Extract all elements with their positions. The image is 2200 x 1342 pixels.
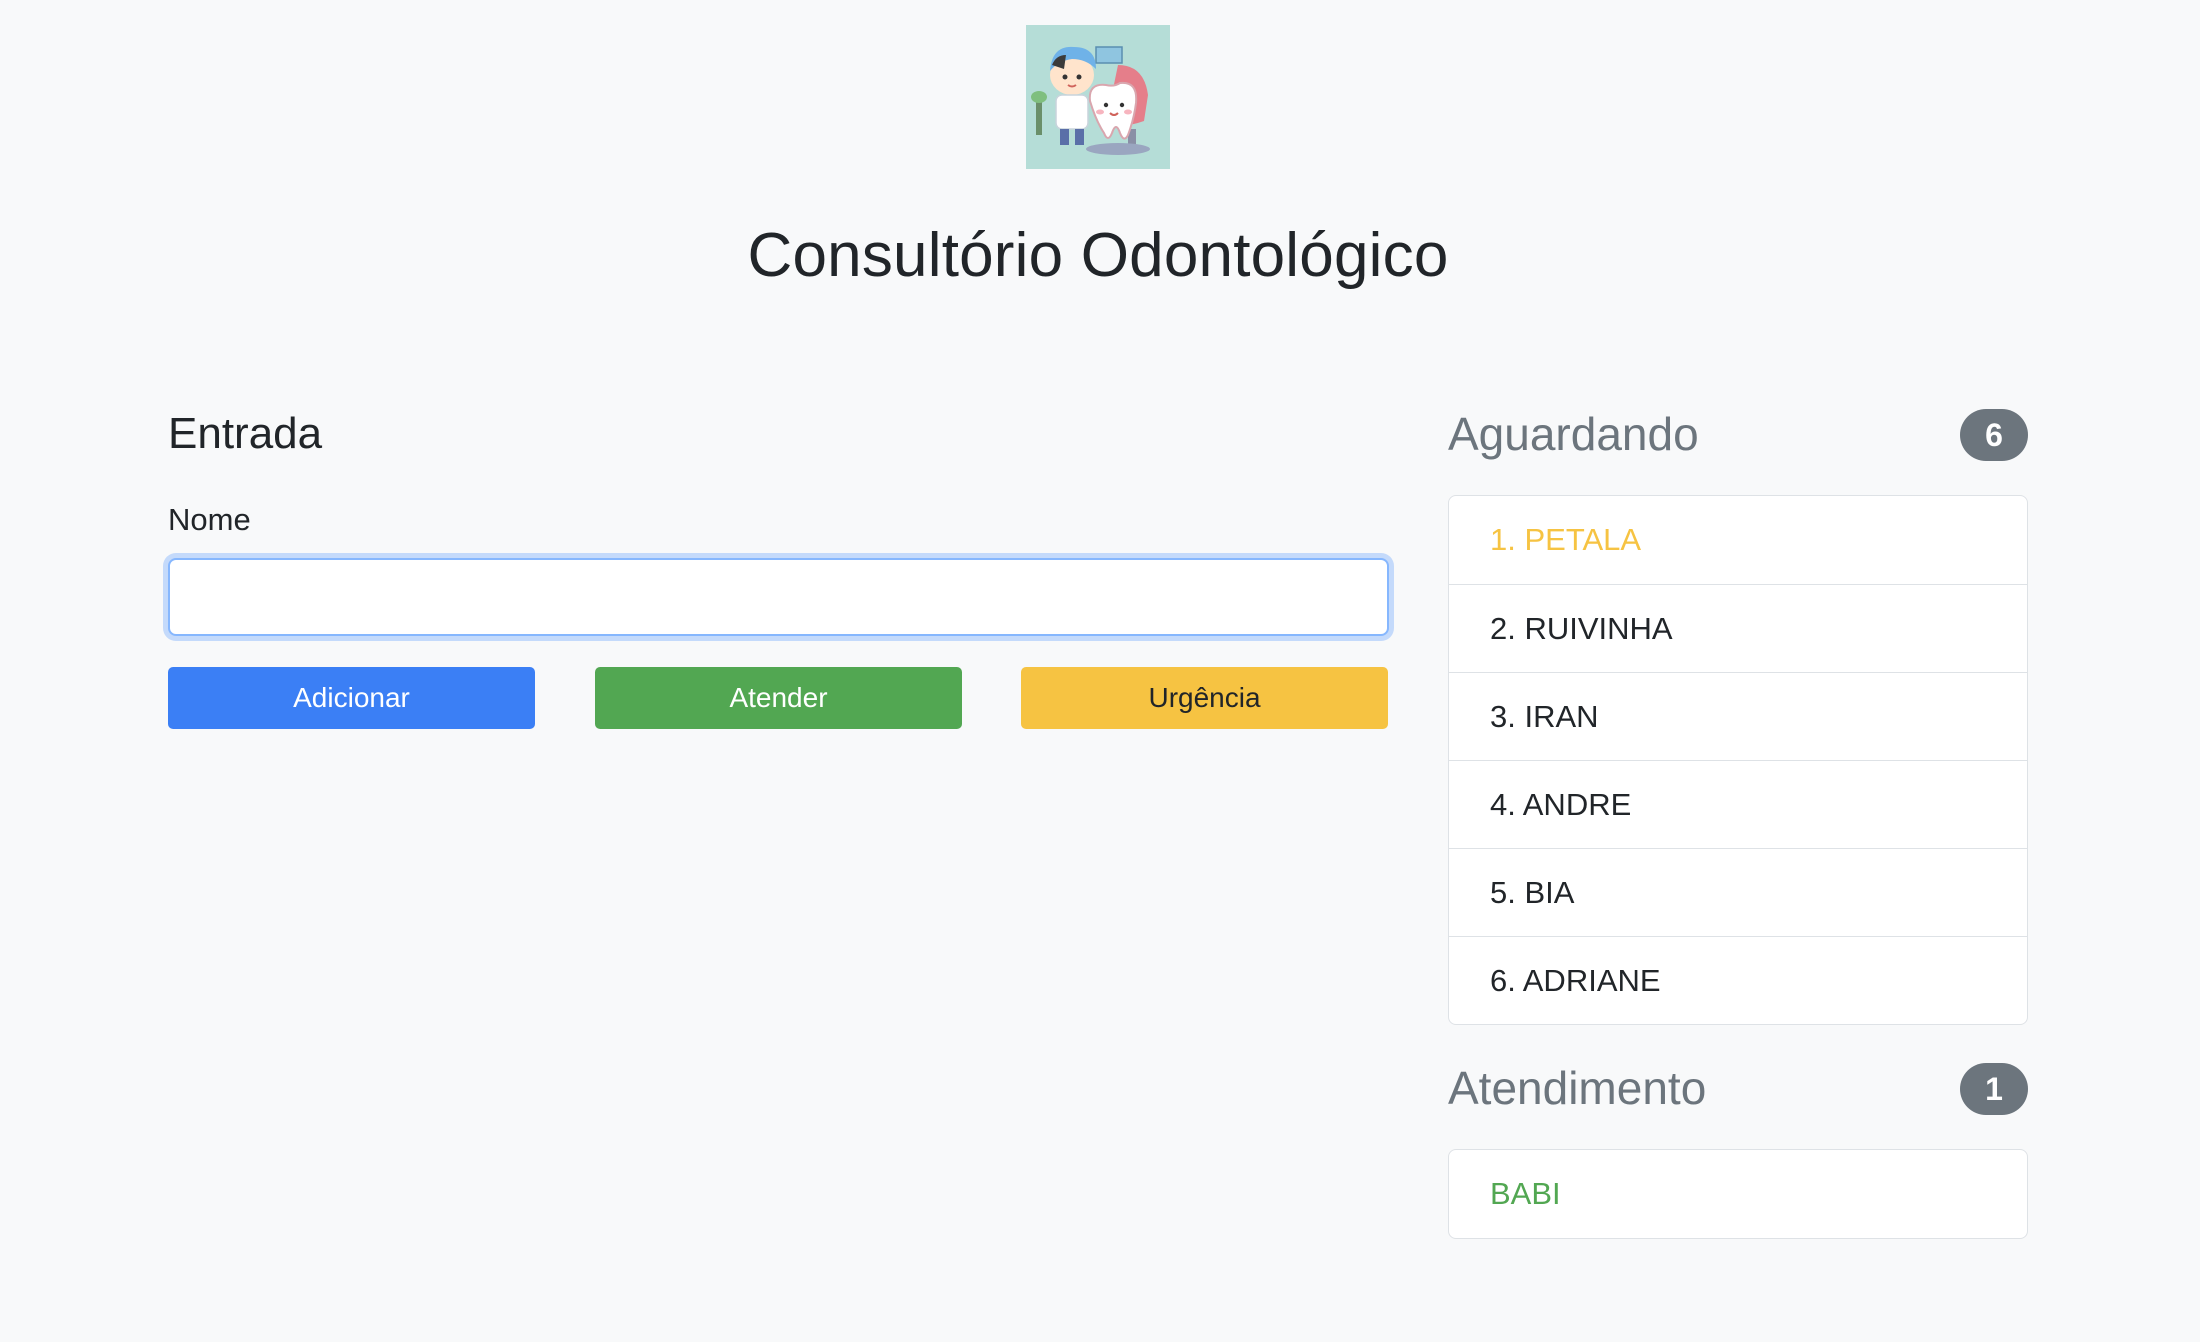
serving-title: Atendimento [1448,1062,1707,1114]
page-title: Consultório Odontológico [747,221,1449,290]
name-label: Nome [168,502,251,537]
dentist-tooth-logo [1026,25,1170,169]
list-item: 2. RUIVINHA [1449,584,2027,672]
add-button[interactable]: Adicionar [168,667,535,729]
entry-form: Entrada Nome Adicionar Atender Urgência [168,402,1389,729]
waiting-count-badge: 6 [1960,409,2028,461]
list-item: 6. ADRIANE [1449,936,2027,1024]
serving-header: Atendimento 1 [1448,1056,2028,1120]
urgency-button[interactable]: Urgência [1021,667,1388,729]
waiting-title: Aguardando [1448,408,1699,460]
waiting-header: Aguardando 6 [1448,402,2028,466]
list-item: BABI [1490,1176,1561,1211]
action-buttons: Adicionar Atender Urgência [168,667,1389,729]
list-item: 4. ANDRE [1449,760,2027,848]
list-item: 1. PETALA [1490,522,1642,557]
name-input[interactable] [168,558,1389,636]
list-item: 5. BIA [1449,848,2027,936]
serving-list: BABI [1448,1149,2028,1239]
serving-panel: Atendimento 1 BABI [1448,1056,2028,1239]
entry-heading: Entrada [168,409,323,458]
attend-button[interactable]: Atender [595,667,962,729]
waiting-panel: Aguardando 6 1. PETALA 2. RUIVINHA 3. IR… [1448,402,2028,1025]
list-item: 3. IRAN [1449,672,2027,760]
serving-count-badge: 1 [1960,1063,2028,1115]
waiting-list: 1. PETALA 2. RUIVINHA 3. IRAN 4. ANDRE 5… [1448,495,2028,1025]
